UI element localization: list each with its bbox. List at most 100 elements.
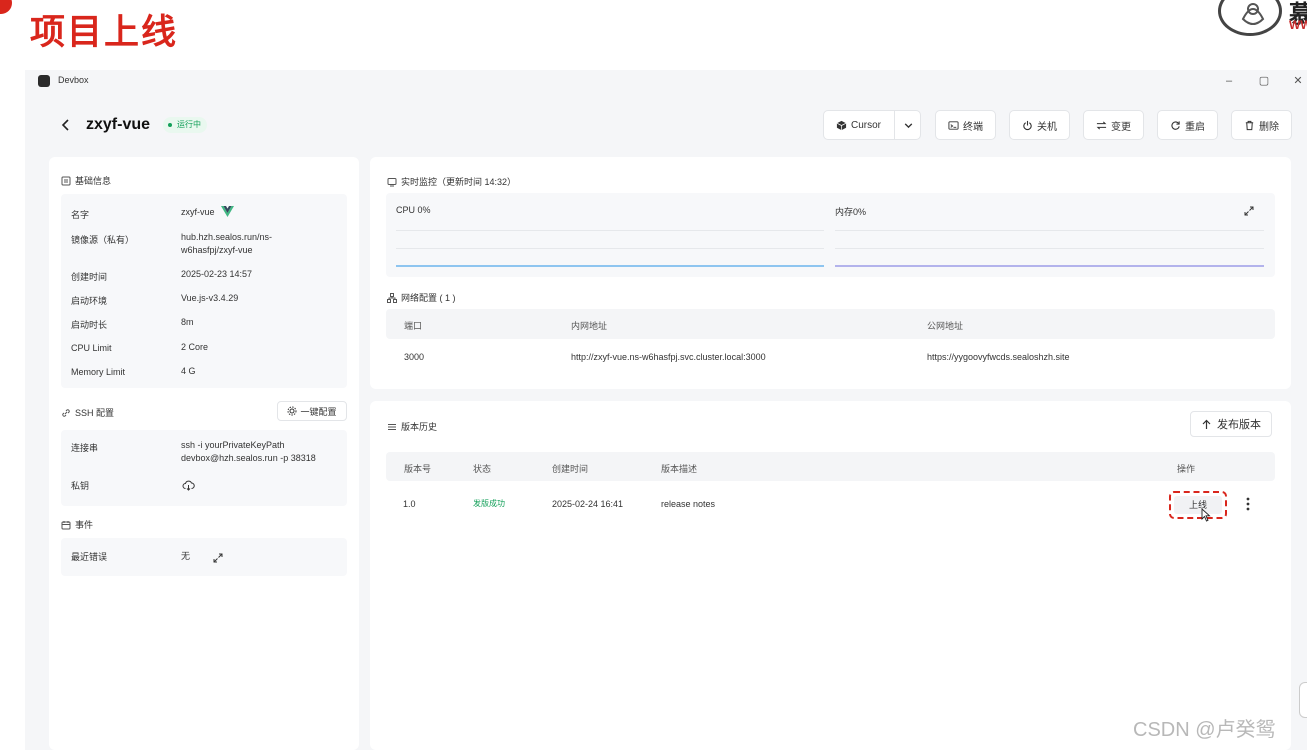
- memory-series-line: [835, 265, 1264, 267]
- mouse-cursor-icon: [1201, 508, 1211, 522]
- network-port: 3000: [404, 352, 425, 362]
- change-button[interactable]: 变更: [1083, 110, 1144, 140]
- monitor-icon: [387, 177, 397, 186]
- one-click-config-button[interactable]: 一键配置: [277, 401, 347, 421]
- info-panel: 基础信息 名字 zxyf-vue 镜像源（私有） hub.hzh.sealos.…: [49, 157, 359, 750]
- back-arrow-icon[interactable]: [59, 118, 73, 132]
- history-col-desc: 版本描述: [661, 464, 698, 474]
- ide-divider: [894, 111, 895, 139]
- history-col-status: 状态: [473, 464, 492, 474]
- cpu-grid-line: [396, 248, 824, 249]
- csdn-watermark: CSDN @卢癸鸳: [1133, 719, 1276, 741]
- ssh-conn-label: 连接串: [71, 443, 99, 453]
- expand-icon[interactable]: [213, 553, 223, 563]
- devbox-window: Devbox – ▢ ✕ zxyf-vue 运行中 Cursor 终端 关机 变…: [25, 70, 1307, 750]
- info-value-runtime: Vue.js-v3.4.29: [181, 293, 239, 303]
- ssh-title-text: SSH 配置: [75, 408, 115, 418]
- publish-version-button[interactable]: 发布版本: [1190, 411, 1272, 437]
- minimize-button[interactable]: –: [1221, 73, 1237, 89]
- more-vertical-icon[interactable]: [1246, 497, 1250, 511]
- network-public-address[interactable]: https://yygoovyfwcds.sealoshzh.site: [927, 352, 1070, 362]
- slide-title: 项目上线: [30, 13, 179, 53]
- publish-version-label: 发布版本: [1217, 419, 1261, 431]
- basic-info-box: 名字 zxyf-vue 镜像源（私有） hub.hzh.sealos.run/n…: [61, 194, 347, 388]
- ssh-conn-value[interactable]: ssh -i yourPrivateKeyPath devbox@hzh.sea…: [181, 439, 341, 465]
- fullscreen-icon[interactable]: [1244, 206, 1254, 216]
- history-title-text: 版本历史: [401, 422, 438, 432]
- terminal-label: 终端: [963, 121, 983, 133]
- cloud-download-icon[interactable]: [182, 480, 195, 491]
- info-label-uptime: 启动时长: [71, 320, 108, 330]
- history-title: 版本历史: [387, 420, 437, 433]
- events-box: 最近错误 无: [61, 538, 347, 576]
- vue-logo-icon: [221, 206, 235, 217]
- network-table-header: 端口 内网地址 公网地址: [386, 309, 1275, 339]
- info-value-image: hub.hzh.sealos.run/ns-w6hasfpj/zxyf-vue: [181, 232, 273, 255]
- info-value-name: zxyf-vue: [181, 206, 235, 219]
- info-label-created: 创建时间: [71, 272, 108, 282]
- close-button[interactable]: ✕: [1290, 73, 1306, 89]
- cpu-series-line: [396, 265, 824, 267]
- events-title: 事件: [61, 518, 93, 531]
- restart-icon: [1171, 120, 1180, 130]
- network-internal-address[interactable]: http://zxyf-vue.ns-w6hasfpj.svc.cluster.…: [571, 352, 766, 362]
- status-badge: 运行中: [163, 117, 207, 133]
- network-icon: [387, 292, 397, 303]
- link-icon: [62, 408, 70, 417]
- network-title-text: 网络配置 ( 1 ): [401, 293, 456, 303]
- history-col-action: 操作: [1177, 464, 1196, 474]
- ide-label: Cursor: [851, 119, 882, 131]
- memory-grid-line: [835, 248, 1264, 249]
- history-status: 发版成功: [473, 499, 505, 508]
- calendar-icon: [61, 520, 71, 529]
- info-label-memory: Memory Limit: [71, 367, 126, 377]
- cpu-grid-line: [396, 230, 824, 231]
- delete-button[interactable]: 删除: [1231, 110, 1292, 140]
- monitor-title-text: 实时监控（更新时间 14:32）: [401, 177, 517, 187]
- devbox-title: zxyf-vue: [86, 116, 151, 133]
- cursor-icon: [836, 120, 847, 130]
- maximize-button[interactable]: ▢: [1256, 73, 1272, 89]
- side-drawer-handle[interactable]: [1299, 682, 1307, 718]
- restart-button[interactable]: 重启: [1157, 110, 1218, 140]
- document-icon: [61, 176, 71, 185]
- cpu-usage-label: CPU 0%: [396, 205, 431, 215]
- info-value-memory: 4 G: [181, 366, 196, 376]
- network-col-port: 端口: [404, 321, 423, 331]
- info-value-created: 2025-02-23 14:57: [181, 269, 253, 279]
- history-table-header: 版本号 状态 创建时间 版本描述 操作: [386, 452, 1275, 481]
- info-value-uptime: 8m: [181, 317, 194, 327]
- ide-select-button[interactable]: Cursor: [823, 110, 921, 140]
- chevron-down-icon[interactable]: [903, 120, 914, 131]
- recent-error-value: 无: [181, 551, 191, 561]
- title-bar: Devbox – ▢ ✕: [25, 70, 1307, 92]
- info-label-cpu: CPU Limit: [71, 343, 112, 353]
- shutdown-button[interactable]: 关机: [1009, 110, 1070, 140]
- monitor-chart-area: CPU 0% 内存0%: [386, 193, 1275, 277]
- arrow-up-icon: [1202, 419, 1211, 429]
- ssh-info-box: 连接串 ssh -i yourPrivateKeyPath devbox@hzh…: [61, 430, 347, 506]
- app-name: Devbox: [58, 75, 89, 85]
- info-label-image: 镜像源（私有）: [71, 235, 135, 245]
- monitor-title: 实时监控（更新时间 14:32）: [387, 175, 516, 188]
- devbox-app-icon: [38, 75, 50, 87]
- events-title-text: 事件: [75, 520, 94, 530]
- shutdown-label: 关机: [1037, 121, 1057, 133]
- info-value-cpu: 2 Core: [181, 342, 209, 352]
- terminal-button[interactable]: 终端: [935, 110, 996, 140]
- memory-usage-label: 内存0%: [835, 207, 867, 217]
- terminal-icon: [948, 120, 959, 130]
- info-label-runtime: 启动环境: [71, 296, 108, 306]
- network-col-public: 公网地址: [927, 321, 964, 331]
- history-created: 2025-02-24 16:41: [552, 499, 624, 509]
- basic-info-title: 基础信息: [61, 174, 111, 187]
- ssh-title: SSH 配置: [61, 406, 114, 419]
- history-col-created: 创建时间: [552, 464, 589, 474]
- basic-info-title-text: 基础信息: [75, 176, 112, 186]
- go-online-button[interactable]: 上线: [1174, 496, 1222, 514]
- history-col-version: 版本号: [404, 464, 432, 474]
- change-label: 变更: [1111, 121, 1131, 133]
- power-icon: [1023, 120, 1032, 130]
- history-desc: release notes: [661, 499, 716, 509]
- restart-label: 重启: [1185, 121, 1205, 133]
